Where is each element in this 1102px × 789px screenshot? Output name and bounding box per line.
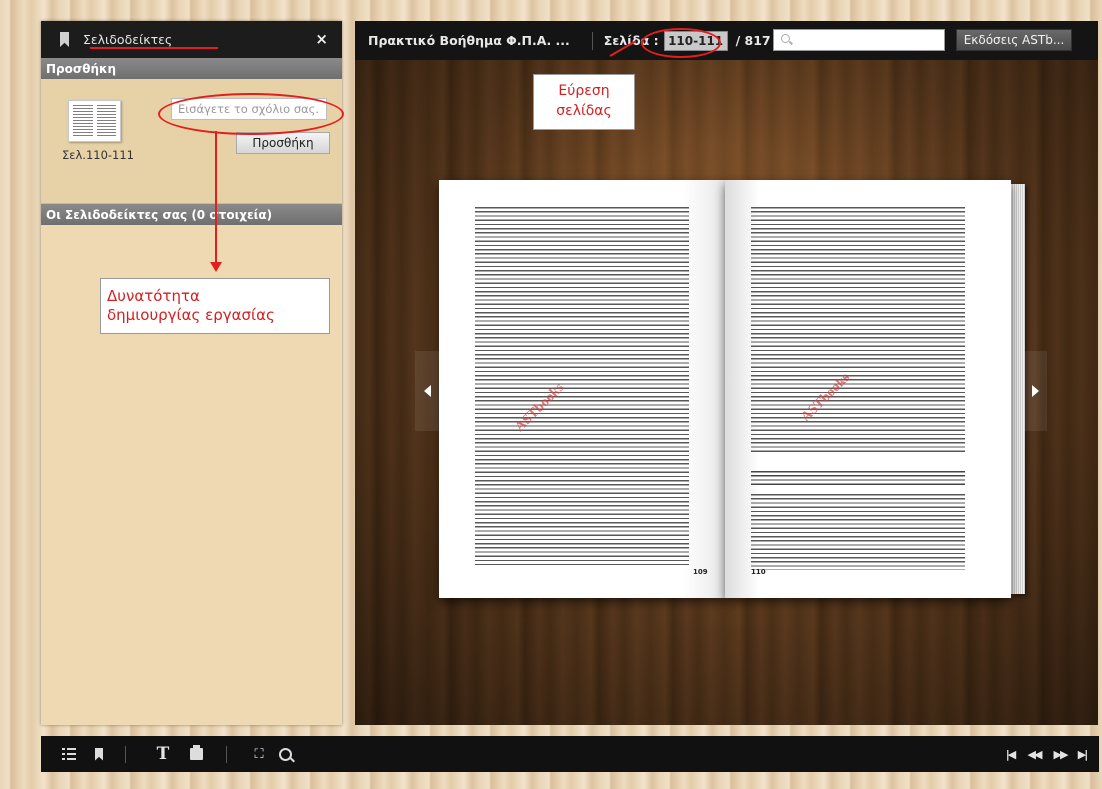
page-total: / 817: [735, 33, 771, 48]
chevron-right-icon: [1031, 385, 1039, 397]
add-section-title: Προσθήκη: [41, 58, 342, 79]
bookmarks-panel-title: Σελιδοδείκτες: [83, 32, 173, 47]
list-icon[interactable]: [59, 736, 79, 772]
close-icon[interactable]: ×: [315, 30, 328, 48]
open-book[interactable]: ASTbooks 109 ASTbooks 110: [439, 180, 1025, 598]
annotation-pointer: [215, 131, 217, 268]
annotation-underline: [90, 47, 218, 49]
annotation-line: σελίδας: [556, 103, 612, 119]
left-page[interactable]: ASTbooks 109: [439, 180, 725, 598]
previous-page-icon-glyph: ◀◀: [1027, 747, 1043, 761]
thumbnail-page-label: Σελ.110-111: [62, 148, 134, 162]
first-page-icon[interactable]: |◀: [1001, 736, 1019, 772]
annotation-line: Εύρεση: [558, 83, 610, 99]
left-page-number: 109: [693, 568, 708, 576]
last-page-icon[interactable]: ▶|: [1073, 736, 1091, 772]
search-input[interactable]: [773, 29, 945, 51]
text-icon-glyph: T: [156, 744, 170, 764]
bookmarks-panel-header: Σελιδοδείκτες ×: [41, 21, 342, 58]
topbar-separator: [591, 31, 593, 50]
page-thumbnail[interactable]: [68, 100, 121, 142]
print-icon-glyph: [189, 745, 203, 760]
previous-page-icon[interactable]: ◀◀: [1023, 736, 1045, 772]
fullscreen-icon-glyph: ⛶: [254, 746, 264, 762]
zoom-icon-glyph: [278, 747, 292, 761]
editions-button[interactable]: Εκδόσεις ASTb...: [956, 29, 1072, 51]
search-icon: [781, 34, 790, 43]
zoom-icon[interactable]: [275, 736, 295, 772]
create-task-annotation: Δυνατότητα δημιουργίας εργασίας: [100, 278, 330, 334]
page-text-block: [751, 207, 965, 455]
thumbnail-text-column: [73, 105, 93, 137]
viewer-topbar: Πρακτικό Βοήθημα Φ.Π.Α. ... Σελίδα : / 8…: [355, 21, 1098, 60]
page-text-block: [475, 207, 689, 565]
annotation-arrowhead: [210, 262, 222, 272]
text-icon[interactable]: T: [153, 736, 173, 772]
annotation-line: δημιουργίας εργασίας: [107, 306, 275, 324]
chevron-left-icon: [423, 385, 431, 397]
next-page-icon[interactable]: ▶▶: [1049, 736, 1071, 772]
comment-input-highlight: [158, 93, 344, 135]
bookmark-icon[interactable]: [91, 736, 107, 772]
bookmark-icon: [60, 32, 69, 47]
find-page-annotation: Εύρεση σελίδας: [533, 74, 635, 130]
last-page-icon-glyph: ▶|: [1077, 747, 1089, 761]
toolbar-separator: [125, 746, 126, 763]
bookmarks-list-title: Οι Σελιδοδείκτες σας (0 στοιχεία): [41, 204, 342, 225]
section-heading-block: [751, 471, 965, 485]
list-icon-glyph: [62, 748, 76, 760]
previous-page-arrow[interactable]: [415, 351, 439, 431]
annotation-line: Δυνατότητα: [107, 287, 200, 305]
print-icon[interactable]: [186, 736, 206, 772]
bottom-toolbar: T ⛶ |◀ ◀◀ ▶▶ ▶|: [41, 736, 1099, 772]
book-viewer: Πρακτικό Βοήθημα Φ.Π.Α. ... Σελίδα : / 8…: [355, 21, 1098, 725]
first-page-icon-glyph: |◀: [1005, 747, 1017, 761]
page-text-block: [751, 494, 965, 570]
toolbar-separator: [226, 746, 227, 763]
document-title: Πρακτικό Βοήθημα Φ.Π.Α. ...: [368, 33, 570, 48]
page-input-highlight: [641, 28, 721, 58]
next-page-arrow[interactable]: [1023, 351, 1047, 431]
next-page-icon-glyph: ▶▶: [1053, 747, 1069, 761]
add-bookmark-button[interactable]: Προσθήκη: [236, 132, 330, 154]
thumbnail-text-column: [96, 105, 116, 137]
right-page[interactable]: ASTbooks 110: [725, 180, 1011, 598]
fullscreen-icon[interactable]: ⛶: [249, 736, 269, 772]
right-page-number: 110: [751, 568, 766, 576]
bookmark-icon-glyph: [95, 747, 103, 761]
